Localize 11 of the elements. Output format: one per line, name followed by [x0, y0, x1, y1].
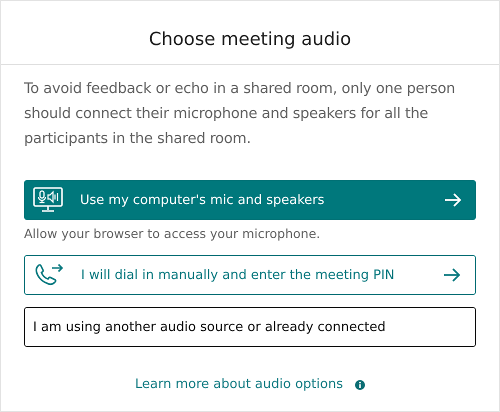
audio-option-button[interactable]: Use my computer's mic and speakers	[24, 180, 476, 220]
dialog-title: Choose meeting audio	[148, 28, 352, 52]
arrow-right-icon	[444, 192, 462, 208]
audio-option-button[interactable]: I am using another audio source or already connected	[24, 307, 476, 347]
info-icon	[354, 380, 365, 390]
computer-audio-icon	[32, 186, 64, 214]
audio-option-button[interactable]: I will dial in manually and enter the meeting PIN	[24, 255, 476, 295]
description-text: To avoid feedback or echo in a shared room, only one person should connect their microphone and speakers for all the participants in the shared room.	[24, 80, 456, 149]
arrow-right-icon	[443, 267, 461, 283]
hint-text: Allow your browser to access your microphone.	[24, 226, 322, 241]
learn-more-link[interactable]: Learn more about audio options	[135, 377, 343, 392]
